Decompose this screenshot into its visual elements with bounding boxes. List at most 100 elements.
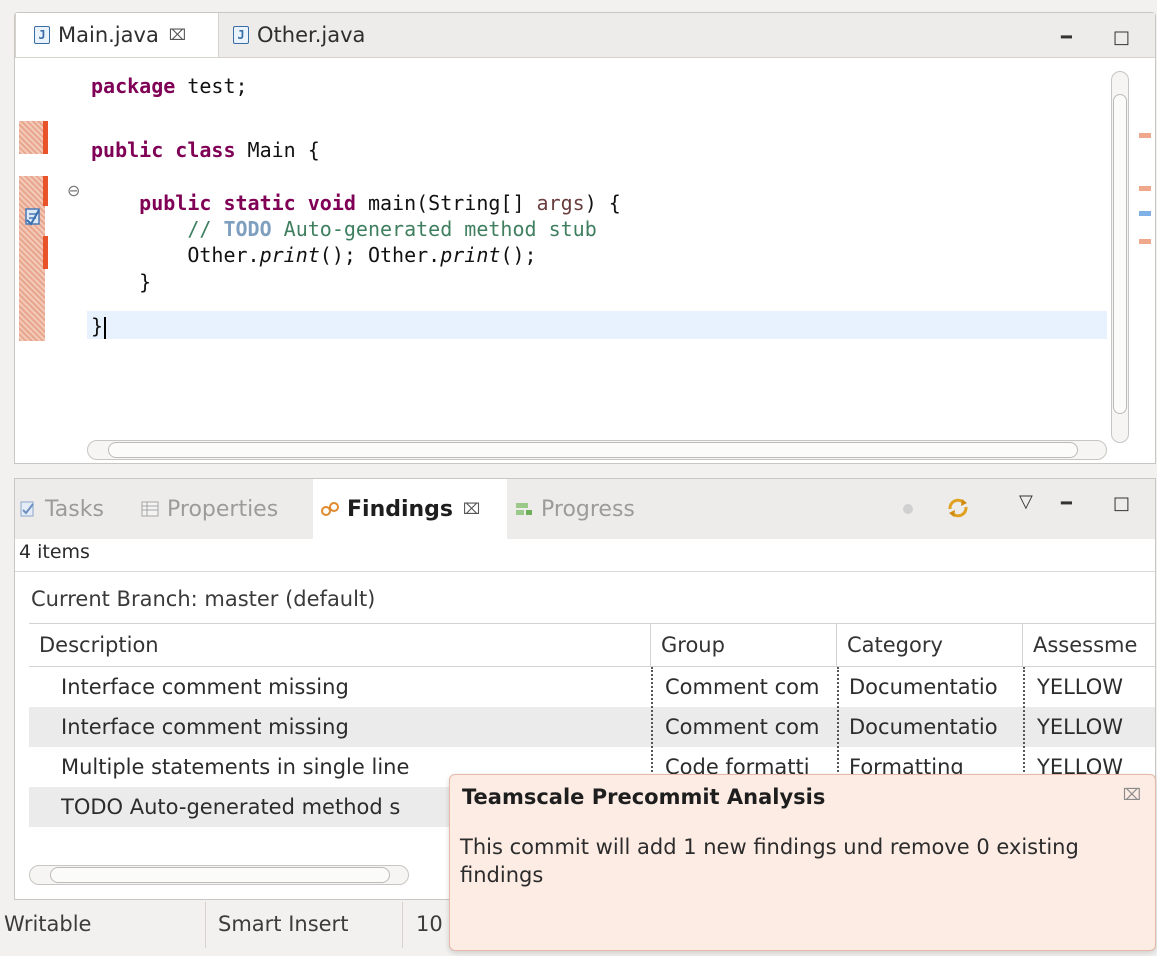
code-text: Main {	[235, 138, 320, 162]
minimize-icon[interactable]: ━	[1061, 27, 1072, 48]
refresh-icon[interactable]	[945, 495, 971, 521]
change-ruler-marker	[43, 176, 48, 206]
items-count: 4 items	[19, 541, 90, 563]
status-insert-mode: Smart Insert	[218, 912, 349, 936]
cell-category: Documentatio	[849, 675, 998, 699]
tab-label: Properties	[167, 496, 279, 522]
task-marker-icon[interactable]	[25, 206, 41, 226]
column-header-group[interactable]: Group	[651, 624, 837, 666]
change-ruler-marker	[19, 176, 45, 341]
current-line-highlight	[87, 311, 1107, 339]
tab-properties[interactable]: Properties	[141, 479, 278, 539]
code-text: test;	[175, 74, 248, 98]
change-ruler-marker	[43, 121, 48, 154]
table-row[interactable]: Interface comment missing Comment com Do…	[29, 667, 1155, 707]
tab-tasks[interactable]: Tasks	[19, 479, 104, 539]
scrollbar-thumb[interactable]	[1113, 94, 1127, 414]
cell-group: Comment com	[665, 675, 820, 699]
overview-marker[interactable]	[1139, 133, 1151, 138]
scrollbar-thumb[interactable]	[50, 867, 390, 883]
tab-label: Findings	[347, 496, 454, 522]
maximize-icon[interactable]: □	[1113, 27, 1130, 48]
notification-message: This commit will add 1 new findings und …	[460, 835, 1079, 887]
status-dot-icon	[903, 504, 913, 514]
keyword-package: package	[91, 74, 176, 98]
cell-description: Interface comment missing	[61, 675, 349, 699]
tab-findings[interactable]: Findings ⌧	[313, 479, 507, 539]
tab-progress[interactable]: Progress	[515, 479, 635, 539]
close-icon[interactable]: ⌧	[463, 500, 480, 518]
overview-marker[interactable]	[1139, 239, 1151, 244]
code-text: ();	[500, 243, 537, 267]
status-separator	[205, 902, 206, 948]
findings-horizontal-scrollbar[interactable]	[29, 865, 409, 885]
tab-label: Other.java	[257, 23, 366, 47]
editor-pane: J Main.java ⌧ J Other.java ━ □ ⊖ package…	[14, 12, 1156, 464]
change-ruler-marker	[19, 121, 45, 154]
precommit-notification[interactable]: Teamscale Precommit Analysis ⌧ This comm…	[449, 774, 1156, 951]
view-menu-icon[interactable]: ▽	[1019, 491, 1033, 512]
code-editor[interactable]: package test; public class Main { public…	[87, 58, 1107, 438]
keyword-public-static-void: public static void	[139, 191, 356, 215]
code-line-1: package test;	[91, 74, 248, 98]
overview-marker[interactable]	[1139, 186, 1151, 191]
tab-main-java[interactable]: J Main.java ⌧	[15, 13, 219, 57]
cell-category: Documentatio	[849, 715, 998, 739]
properties-icon	[141, 501, 159, 517]
java-file-icon: J	[233, 26, 249, 44]
overview-ruler	[1133, 58, 1155, 458]
editor-gutter: ⊖	[15, 58, 87, 463]
java-file-icon: J	[34, 26, 50, 44]
comment-text: Auto-generated method stub	[271, 217, 597, 241]
view-tab-bar: Tasks Properties Findings ⌧ Progress ▽ ━…	[15, 479, 1155, 539]
text-caret	[104, 316, 107, 339]
close-icon[interactable]: ⌧	[169, 26, 186, 44]
cell-assessment: YELLOW	[1037, 715, 1124, 739]
code-text: (); Other.	[319, 243, 441, 267]
current-branch-label: Current Branch: master (default)	[31, 587, 376, 611]
code-method: print	[259, 243, 320, 267]
code-text: }	[91, 314, 104, 338]
close-icon[interactable]: ⌧	[1123, 785, 1141, 804]
code-method: print	[440, 243, 501, 267]
comment-text: //	[187, 217, 224, 241]
cell-group: Comment com	[665, 715, 820, 739]
cell-description: Interface comment missing	[61, 715, 349, 739]
code-text: Other.	[187, 243, 260, 267]
tab-label: Tasks	[45, 496, 104, 522]
column-header-assessment[interactable]: Assessme	[1023, 624, 1155, 666]
tab-label: Progress	[541, 496, 635, 522]
status-writable: Writable	[4, 912, 92, 936]
column-header-description[interactable]: Description	[29, 624, 651, 666]
tab-label: Main.java	[58, 23, 159, 47]
code-param: args	[536, 191, 585, 215]
todo-tag: TODO	[223, 217, 272, 241]
tasks-icon	[20, 501, 34, 517]
change-ruler-marker	[43, 236, 48, 269]
code-text: ) {	[584, 191, 621, 215]
code-line-8: }	[91, 270, 151, 294]
cell-assessment: YELLOW	[1037, 675, 1124, 699]
findings-table-header: Description Group Category Assessme	[29, 623, 1155, 667]
editor-vertical-scrollbar[interactable]	[1111, 71, 1129, 443]
minimize-icon[interactable]: ━	[1061, 493, 1072, 514]
code-text: }	[139, 270, 152, 294]
code-line-10: }	[91, 314, 107, 339]
table-row[interactable]: Interface comment missing Comment com Do…	[29, 707, 1155, 747]
progress-icon	[516, 503, 532, 515]
code-line-7: Other.print(); Other.print();	[91, 243, 537, 267]
divider	[15, 571, 1155, 572]
maximize-icon[interactable]: □	[1113, 493, 1130, 514]
code-line-3: public class Main {	[91, 138, 320, 162]
tab-other-java[interactable]: J Other.java	[233, 13, 365, 57]
column-header-category[interactable]: Category	[837, 624, 1023, 666]
code-text: main(String[]	[355, 191, 537, 215]
status-separator	[402, 902, 403, 948]
fold-icon[interactable]: ⊖	[67, 181, 80, 200]
code-line-6: // TODO Auto-generated method stub	[91, 217, 597, 241]
editor-horizontal-scrollbar[interactable]	[87, 440, 1107, 460]
findings-icon	[321, 502, 339, 516]
overview-marker[interactable]	[1139, 211, 1151, 216]
scrollbar-thumb[interactable]	[108, 442, 1078, 458]
keyword-public-class: public class	[91, 138, 236, 162]
